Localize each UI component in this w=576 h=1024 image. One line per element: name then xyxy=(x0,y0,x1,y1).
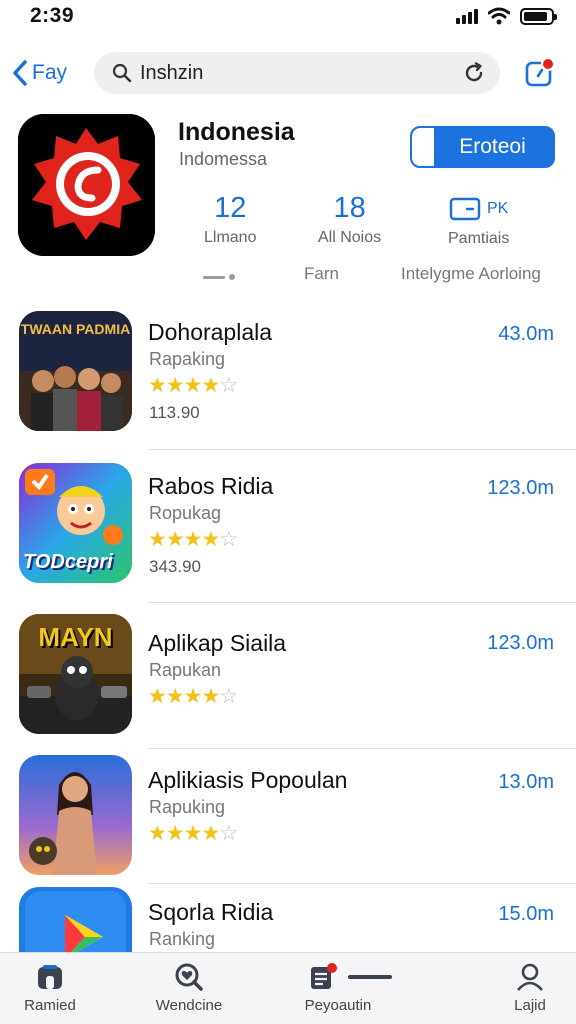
app-title: Indonesia xyxy=(178,118,295,146)
search-heart-icon xyxy=(175,963,203,991)
chevron-left-icon xyxy=(13,60,27,86)
item-title: Aplikap Siaila xyxy=(148,630,287,656)
stat-label: Pamtiais xyxy=(448,230,510,247)
star-rating: ★★★★☆ xyxy=(148,528,238,551)
menu-dash-icon[interactable] xyxy=(203,274,235,280)
item-count: 113.90 xyxy=(149,403,200,422)
item-subtitle: Ropukag xyxy=(149,503,222,523)
tab-ramied[interactable]: Ramied xyxy=(0,961,110,1014)
stat-ratings: 12 Llmano xyxy=(204,192,256,247)
star-rating: ★★★★☆ xyxy=(148,374,238,397)
status-time: 2:39 xyxy=(30,4,75,27)
list-item[interactable]: TODcepri Rabos Ridia Ropukag ★★★★☆ 343.9… xyxy=(0,457,576,609)
item-size[interactable]: 43.0m xyxy=(498,323,554,346)
item-subtitle: Rapaking xyxy=(149,349,226,369)
home-icon xyxy=(38,965,62,989)
list-item[interactable]: Sqorla Ridia Ranking 15.0m xyxy=(0,885,576,955)
notification-icon[interactable] xyxy=(524,56,556,88)
stat-value: 18 xyxy=(333,192,366,224)
stat-value: 12 xyxy=(214,192,247,224)
get-button-label: Eroteoi xyxy=(459,135,526,158)
tab-wendcine[interactable]: Wendcine xyxy=(129,961,249,1014)
refresh-icon[interactable] xyxy=(462,61,486,85)
bottom-tab-bar: Ramied Wendcine Peyoautin Lajid xyxy=(0,952,576,1024)
thumbnail-text: TODcepri xyxy=(23,551,113,573)
app-thumbnail: MAYN xyxy=(19,614,132,734)
item-subtitle: Ranking xyxy=(149,929,216,949)
battery-icon xyxy=(520,7,557,25)
divider xyxy=(148,602,576,603)
divider xyxy=(148,748,576,749)
tab-intelygme[interactable]: Intelygme Aorloing xyxy=(401,264,541,284)
divider xyxy=(148,883,576,884)
minus-icon xyxy=(348,975,392,979)
app-thumbnail: TODcepri xyxy=(19,463,132,583)
stat-value: PK xyxy=(487,200,509,217)
tab-peyoautin[interactable]: Peyoautin xyxy=(305,961,428,1014)
thumbnail-text: MAYN xyxy=(38,622,113,652)
stat-label: All Noios xyxy=(318,229,382,246)
item-size[interactable]: 15.0m xyxy=(498,903,554,926)
item-size[interactable]: 123.0m xyxy=(487,632,554,655)
person-icon xyxy=(517,963,543,991)
item-subtitle: Rapuking xyxy=(149,797,226,817)
item-title: Rabos Ridia xyxy=(148,473,274,499)
cellular-signal-icon xyxy=(456,8,478,24)
app-thumbnail: TWAAN PADMIA xyxy=(19,311,132,431)
back-label: Fay xyxy=(32,61,68,84)
updates-icon xyxy=(311,963,337,989)
app-thumbnail xyxy=(19,755,132,875)
tab-label: Peyoautin xyxy=(304,997,372,1014)
item-subtitle: Rapukan xyxy=(149,660,222,680)
divider xyxy=(148,449,576,450)
status-bar: 2:39 xyxy=(0,0,576,36)
get-button[interactable]: Eroteoi xyxy=(410,126,555,168)
search-input[interactable] xyxy=(140,61,462,85)
search-bar[interactable] xyxy=(94,52,500,94)
app-header: Indonesia Indomessa Eroteoi 12 Llmano 18… xyxy=(0,112,576,302)
navigation-bar: Fay xyxy=(0,48,576,100)
star-rating: ★★★★☆ xyxy=(148,685,238,708)
item-count: 343.90 xyxy=(149,557,201,576)
wifi-icon xyxy=(488,7,510,25)
list-item[interactable]: Aplikiasis Popoulan Rapuking ★★★★☆ 13.0m xyxy=(0,753,576,905)
status-icons xyxy=(456,7,557,25)
list-item[interactable]: TWAAN PADMIA Dohoraplala Rapaking ★★★★☆ … xyxy=(0,305,576,457)
thumbnail-text: TWAAN PADMIA xyxy=(20,321,131,337)
app-stats: 12 Llmano 18 All Noios PK Pamtiais xyxy=(178,192,576,252)
tab-label: Wendcine xyxy=(155,997,223,1014)
app-icon[interactable] xyxy=(18,114,155,256)
tab-label: Ramied xyxy=(24,997,76,1014)
app-tabs: Farn Intelygme Aorloing xyxy=(0,262,576,292)
app-thumbnail xyxy=(19,887,132,955)
tab-lajid[interactable]: Lajid xyxy=(470,961,576,1014)
tab-farn[interactable]: Farn xyxy=(304,264,339,284)
tab-label: Lajid xyxy=(514,997,546,1014)
stat-label: Llmano xyxy=(204,229,257,246)
stat-age: 18 All Noios xyxy=(318,192,381,247)
item-title: Aplikiasis Popoulan xyxy=(148,767,348,793)
star-rating: ★★★★☆ xyxy=(148,822,238,845)
folder-icon xyxy=(449,197,481,221)
list-item[interactable]: MAYN Aplikap Siaila Rapukan ★★★★☆ 123.0m xyxy=(0,610,576,762)
app-developer: Indomessa xyxy=(179,149,268,169)
search-icon xyxy=(112,63,132,83)
item-size[interactable]: 13.0m xyxy=(498,771,554,794)
app-logo-icon xyxy=(18,114,155,256)
stat-category: PK Pamtiais xyxy=(448,192,509,248)
item-title: Sqorla Ridia xyxy=(148,899,274,925)
back-button[interactable]: Fay xyxy=(12,56,67,90)
item-size[interactable]: 123.0m xyxy=(487,477,554,500)
item-title: Dohoraplala xyxy=(148,319,273,345)
